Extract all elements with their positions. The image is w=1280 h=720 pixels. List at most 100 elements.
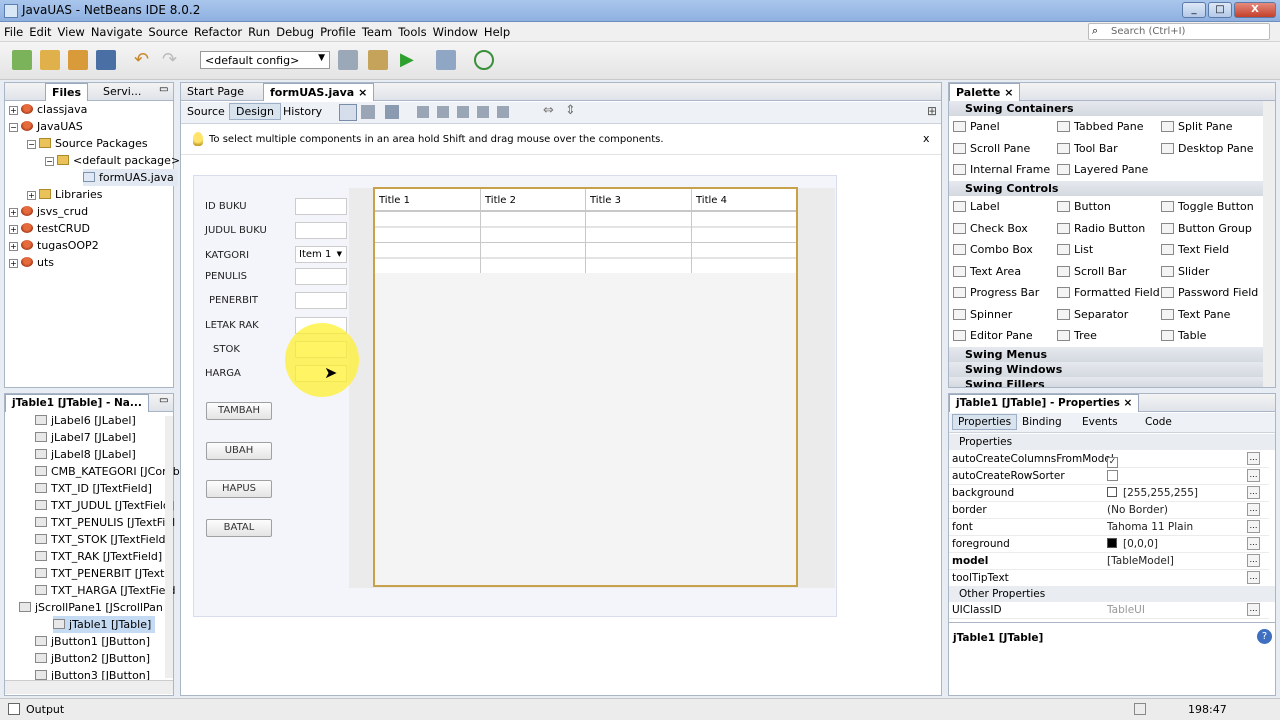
hapus-button[interactable]: HAPUS bbox=[206, 480, 272, 498]
palette-item[interactable]: Separator bbox=[1057, 308, 1128, 321]
run-icon[interactable]: ▶ bbox=[400, 50, 420, 70]
palette-item[interactable]: Editor Pane bbox=[953, 329, 1033, 342]
navigator-item[interactable]: jButton1 [JButton] bbox=[35, 633, 150, 650]
new-project-icon[interactable] bbox=[40, 50, 60, 70]
checkbox-icon[interactable] bbox=[1107, 470, 1118, 481]
expand-icon[interactable]: ⊞ bbox=[927, 104, 937, 118]
preview-icon[interactable] bbox=[385, 105, 399, 119]
open-project-icon[interactable] bbox=[68, 50, 88, 70]
palette-item[interactable]: Text Pane bbox=[1161, 308, 1230, 321]
palette-item[interactable]: Scroll Pane bbox=[953, 142, 1030, 155]
cmb-kategori-select[interactable]: Item 1 ▼ bbox=[295, 246, 347, 263]
profile-icon[interactable] bbox=[474, 50, 494, 70]
menu-source[interactable]: Source bbox=[144, 22, 188, 39]
ellipsis-button[interactable]: … bbox=[1247, 537, 1260, 550]
palette-scrollbar[interactable] bbox=[1263, 101, 1275, 387]
tab-properties[interactable]: Properties bbox=[952, 414, 1018, 430]
navigator-item[interactable]: jLabel7 [JLabel] bbox=[35, 429, 136, 446]
palette-item[interactable]: Text Area bbox=[953, 265, 1021, 278]
palette-item[interactable]: Formatted Field bbox=[1057, 286, 1160, 299]
navigator-item[interactable]: TXT_STOK [JTextField] bbox=[35, 531, 170, 548]
palette-item[interactable]: Desktop Pane bbox=[1161, 142, 1253, 155]
ellipsis-button[interactable]: … bbox=[1247, 469, 1260, 482]
property-row[interactable]: autoCreateRowSorter… bbox=[949, 468, 1269, 485]
clean-build-icon[interactable] bbox=[368, 50, 388, 70]
help-icon[interactable]: ? bbox=[1257, 629, 1272, 644]
palette-item[interactable]: Tree bbox=[1057, 329, 1097, 342]
palette-item[interactable]: Password Field bbox=[1161, 286, 1258, 299]
tab-services[interactable]: Servi... bbox=[97, 83, 147, 101]
menu-tools[interactable]: Tools bbox=[394, 22, 426, 39]
vertical-scrollbar[interactable] bbox=[165, 416, 173, 678]
save-all-icon[interactable] bbox=[96, 50, 116, 70]
palette-item[interactable]: Tool Bar bbox=[1057, 142, 1118, 155]
tab-formuas[interactable]: formUAS.java × bbox=[263, 83, 375, 101]
column-header[interactable]: Title 3 bbox=[590, 195, 621, 206]
tree-item-source-packages[interactable]: − Source Packages bbox=[27, 135, 148, 152]
palette-item[interactable]: Table bbox=[1161, 329, 1206, 342]
tab-files[interactable]: Files bbox=[45, 83, 89, 101]
ellipsis-button[interactable]: … bbox=[1247, 503, 1260, 516]
menu-window[interactable]: Window bbox=[429, 22, 478, 39]
ellipsis-button[interactable]: … bbox=[1247, 554, 1260, 567]
txt-penerbit-field[interactable] bbox=[295, 292, 347, 309]
search-input[interactable]: ⌕ Search (Ctrl+I) bbox=[1088, 23, 1270, 40]
checkbox-icon[interactable]: ✓ bbox=[1107, 457, 1118, 468]
close-hint-icon[interactable]: x bbox=[923, 132, 930, 145]
tree-item-jsvs-crud[interactable]: + jsvs_crud bbox=[9, 203, 88, 220]
menu-file[interactable]: File bbox=[0, 22, 23, 39]
redo-icon[interactable]: ↷ bbox=[162, 50, 182, 70]
align-icons[interactable] bbox=[417, 106, 517, 118]
palette-item[interactable]: Button bbox=[1057, 200, 1111, 213]
tree-item-uts[interactable]: + uts bbox=[9, 254, 54, 271]
palette-item[interactable]: Split Pane bbox=[1161, 120, 1233, 133]
navigator-item[interactable]: CMB_KATEGORI [JComb bbox=[35, 463, 180, 480]
minimize-icon[interactable]: _ bbox=[1182, 2, 1206, 18]
navigator-item[interactable]: TXT_HARGA [JTextField bbox=[35, 582, 175, 599]
menu-navigate[interactable]: Navigate bbox=[87, 22, 143, 39]
palette-item[interactable]: Text Field bbox=[1161, 243, 1229, 256]
notifications-icon[interactable] bbox=[1134, 703, 1146, 715]
subtab-history[interactable]: History bbox=[283, 105, 322, 118]
ellipsis-button[interactable]: … bbox=[1247, 571, 1260, 584]
properties-title[interactable]: jTable1 [JTable] - Properties × bbox=[949, 394, 1140, 412]
section-swing-windows[interactable]: Swing Windows bbox=[949, 362, 1263, 377]
navigator-item[interactable]: jTable1 [JTable] bbox=[53, 616, 156, 633]
column-header[interactable]: Title 2 bbox=[485, 195, 516, 206]
menu-refactor[interactable]: Refactor bbox=[190, 22, 242, 39]
menu-debug[interactable]: Debug bbox=[272, 22, 314, 39]
navigator-item[interactable]: TXT_ID [JTextField] bbox=[35, 480, 152, 497]
palette-item[interactable]: List bbox=[1057, 243, 1093, 256]
jtable1[interactable]: Title 1 Title 2 Title 3 Title 4 bbox=[373, 187, 798, 587]
menu-help[interactable]: Help bbox=[480, 22, 510, 39]
property-row[interactable]: foreground [0,0,0]… bbox=[949, 536, 1269, 553]
section-swing-fillers[interactable]: Swing Fillers bbox=[949, 377, 1263, 387]
ellipsis-button[interactable]: … bbox=[1247, 486, 1260, 499]
tab-binding[interactable]: Binding bbox=[1022, 416, 1062, 428]
property-row[interactable]: autoCreateColumnsFromModel ✓… bbox=[949, 451, 1269, 468]
menu-team[interactable]: Team bbox=[358, 22, 392, 39]
palette-item[interactable]: Layered Pane bbox=[1057, 163, 1148, 176]
undo-icon[interactable]: ↶ bbox=[134, 50, 154, 70]
tab-start-page[interactable]: Start Page bbox=[181, 83, 250, 101]
navigator-item[interactable]: TXT_PENULIS [JTextFiel bbox=[35, 514, 175, 531]
minimize-panel-icon[interactable]: ▭ bbox=[159, 84, 168, 95]
tree-item-formuas[interactable]: formUAS.java bbox=[83, 169, 178, 186]
horizontal-scrollbar[interactable] bbox=[5, 680, 173, 694]
txt-penulis-field[interactable] bbox=[295, 268, 347, 285]
navigator-title[interactable]: jTable1 [JTable] - Na... bbox=[5, 394, 149, 412]
palette-item[interactable]: Label bbox=[953, 200, 1000, 213]
other-properties-section[interactable]: Other Properties bbox=[949, 586, 1275, 602]
navigator-item[interactable]: TXT_RAK [JTextField] bbox=[35, 548, 162, 565]
txt-judul-field[interactable] bbox=[295, 222, 347, 239]
palette-item[interactable]: Progress Bar bbox=[953, 286, 1039, 299]
properties-section[interactable]: Properties bbox=[949, 434, 1275, 450]
navigator-item[interactable]: jLabel8 [JLabel] bbox=[35, 446, 136, 463]
new-file-icon[interactable] bbox=[12, 50, 32, 70]
palette-item[interactable]: Internal Frame bbox=[953, 163, 1050, 176]
batal-button[interactable]: BATAL bbox=[206, 519, 272, 537]
build-icon[interactable] bbox=[338, 50, 358, 70]
navigator-item[interactable]: TXT_PENERBIT [JTextFi bbox=[35, 565, 173, 582]
tree-item-libraries[interactable]: + Libraries bbox=[27, 186, 103, 203]
property-row[interactable]: UIClassID TableUI… bbox=[949, 602, 1269, 619]
